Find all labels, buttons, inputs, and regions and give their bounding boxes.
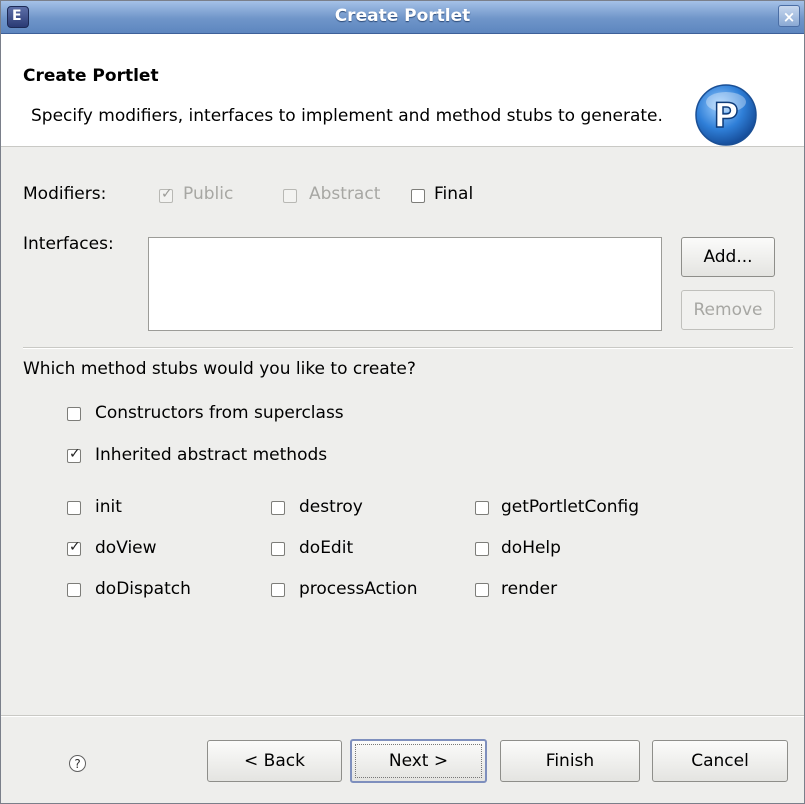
inherited-abstract-checkbox[interactable]: ✓ — [67, 446, 81, 463]
destroy-checkbox[interactable] — [271, 501, 285, 515]
method-stubs-question: Which method stubs would you like to cre… — [23, 359, 416, 379]
cancel-button[interactable]: Cancel — [652, 740, 788, 782]
separator — [23, 347, 793, 349]
dohelp-label: doHelp — [501, 538, 561, 558]
next-button[interactable]: Next > — [350, 739, 487, 783]
dohelp-checkbox[interactable] — [475, 542, 489, 556]
create-portlet-dialog: E Create Portlet × Create Portlet Specif… — [0, 0, 805, 804]
public-checkbox[interactable]: ✓ — [159, 186, 173, 203]
checkmark-icon: ✓ — [69, 446, 81, 462]
portlet-logo-icon: P — [695, 84, 757, 146]
render-checkbox[interactable] — [475, 583, 489, 597]
dodispatch-checkbox[interactable] — [67, 583, 81, 597]
finish-button[interactable]: Finish — [500, 740, 640, 782]
help-icon[interactable]: ? — [69, 755, 86, 772]
add-interface-button[interactable]: Add... — [681, 237, 775, 277]
page-title: Create Portlet — [23, 66, 159, 86]
window-title: Create Portlet — [334, 6, 471, 26]
constructors-checkbox[interactable] — [67, 407, 81, 421]
constructors-label: Constructors from superclass — [95, 403, 344, 423]
inherited-abstract-label: Inherited abstract methods — [95, 445, 328, 465]
processaction-checkbox[interactable] — [271, 583, 285, 597]
render-label: render — [501, 579, 558, 599]
final-label: Final — [434, 184, 474, 204]
dodispatch-label: doDispatch — [95, 579, 191, 599]
processaction-label: processAction — [299, 579, 418, 599]
init-label: init — [95, 497, 122, 517]
back-button[interactable]: < Back — [207, 740, 342, 782]
getportletconfig-checkbox[interactable] — [475, 501, 489, 515]
logo-letter: P — [714, 96, 739, 136]
interfaces-list[interactable] — [148, 237, 662, 331]
doedit-checkbox[interactable] — [271, 542, 285, 556]
title-bar[interactable]: E Create Portlet × — [1, 1, 804, 34]
doview-label: doView — [95, 538, 157, 558]
public-label: Public — [183, 184, 234, 204]
close-icon[interactable]: × — [778, 5, 800, 27]
getportletconfig-label: getPortletConfig — [501, 497, 640, 517]
page-description: Specify modifiers, interfaces to impleme… — [31, 106, 663, 126]
abstract-label: Abstract — [309, 184, 381, 204]
next-button-label: Next > — [388, 751, 449, 771]
footer-separator — [1, 715, 804, 717]
doedit-label: doEdit — [299, 538, 354, 558]
doview-checkbox[interactable]: ✓ — [67, 539, 81, 556]
checkmark-icon: ✓ — [161, 186, 173, 202]
destroy-label: destroy — [299, 497, 363, 517]
modifiers-label: Modifiers: — [23, 184, 107, 204]
remove-interface-button[interactable]: Remove — [681, 290, 775, 330]
final-checkbox[interactable] — [411, 189, 425, 203]
init-checkbox[interactable] — [67, 501, 81, 515]
checkmark-icon: ✓ — [69, 539, 81, 555]
wizard-banner: Create Portlet Specify modifiers, interf… — [1, 34, 804, 147]
interfaces-label: Interfaces: — [23, 234, 114, 254]
abstract-checkbox[interactable] — [283, 189, 297, 203]
